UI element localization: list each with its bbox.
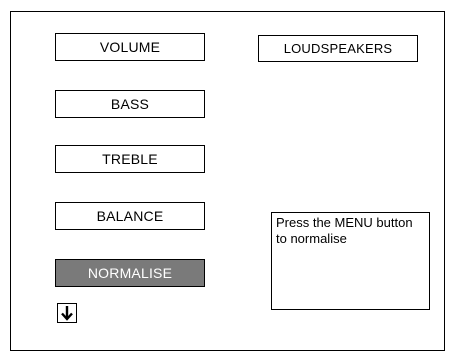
normalise-button[interactable]: NORMALISE — [55, 259, 205, 287]
instruction-text: Press the MENU button to normalise — [276, 215, 413, 246]
treble-button[interactable]: TREBLE — [55, 145, 205, 173]
bass-button[interactable]: BASS — [55, 90, 205, 118]
loudspeakers-button[interactable]: LOUDSPEAKERS — [258, 35, 418, 62]
scroll-down-button[interactable] — [57, 303, 77, 323]
instruction-box: Press the MENU button to normalise — [271, 212, 430, 310]
arrow-down-icon — [61, 306, 73, 321]
balance-button[interactable]: BALANCE — [55, 202, 205, 230]
volume-button[interactable]: VOLUME — [55, 33, 205, 61]
